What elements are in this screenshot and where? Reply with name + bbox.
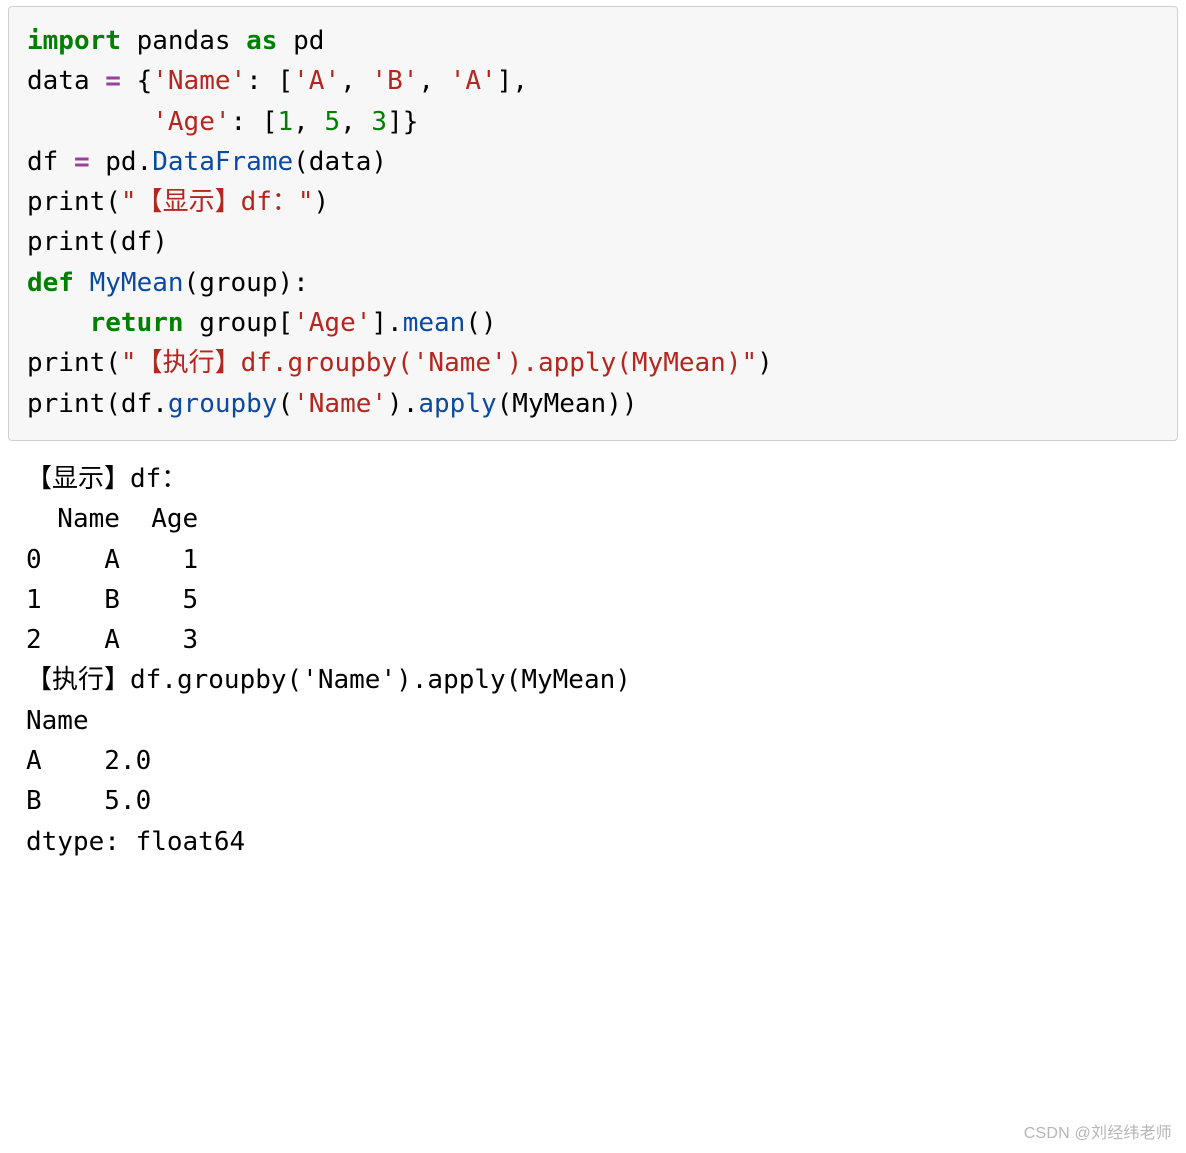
code-text: pandas	[121, 26, 246, 56]
output-line: 【执行】df.groupby('Name').apply(MyMean)	[26, 665, 631, 695]
string-literal: 'A'	[293, 66, 340, 96]
function-name: MyMean	[90, 268, 184, 298]
code-text: {	[121, 66, 152, 96]
code-text: )	[757, 348, 773, 378]
string-literal: 'A'	[450, 66, 497, 96]
code-text: (MyMean))	[497, 389, 638, 419]
watermark-text: CSDN @刘经纬老师	[1024, 1122, 1172, 1147]
code-text: : [	[231, 107, 278, 137]
code-text	[74, 268, 90, 298]
output-line: B 5.0	[26, 786, 151, 816]
number-literal: 1	[277, 107, 293, 137]
keyword-as: as	[246, 26, 277, 56]
code-output-cell: 【显示】df： Name Age 0 A 1 1 B 5 2 A 3 【执行】d…	[8, 455, 1178, 872]
output-line: 【显示】df：	[26, 464, 187, 494]
output-line: dtype: float64	[26, 827, 245, 857]
string-literal: "【显示】df："	[121, 187, 314, 217]
code-text: ).	[387, 389, 418, 419]
code-text: print(df)	[27, 227, 168, 257]
code-text: (group):	[184, 268, 309, 298]
code-text: pd.	[90, 147, 153, 177]
code-text: ]}	[387, 107, 418, 137]
code-text: )	[314, 187, 330, 217]
number-literal: 3	[371, 107, 387, 137]
code-text: ,	[340, 66, 371, 96]
string-literal: 'Name'	[152, 66, 246, 96]
string-literal: 'Age'	[293, 308, 371, 338]
code-text: ],	[497, 66, 528, 96]
code-text: ].	[371, 308, 402, 338]
keyword-import: import	[27, 26, 121, 56]
code-text	[27, 107, 152, 137]
output-line: 2 A 3	[26, 625, 198, 655]
keyword-def: def	[27, 268, 74, 298]
code-text: ()	[465, 308, 496, 338]
output-line: 0 A 1	[26, 545, 198, 575]
code-text: group[	[184, 308, 294, 338]
code-text: data	[27, 66, 105, 96]
function-name: mean	[403, 308, 466, 338]
string-literal: 'B'	[371, 66, 418, 96]
output-line: Name	[26, 706, 89, 736]
code-text: print(df.	[27, 389, 168, 419]
code-text: pd	[277, 26, 324, 56]
code-text	[27, 308, 90, 338]
number-literal: 5	[324, 107, 340, 137]
function-name: groupby	[168, 389, 278, 419]
code-text: df	[27, 147, 74, 177]
code-text: (	[277, 389, 293, 419]
function-name: apply	[418, 389, 496, 419]
output-line: A 2.0	[26, 746, 151, 776]
code-text: ,	[293, 107, 324, 137]
string-literal: 'Age'	[152, 107, 230, 137]
operator-assign: =	[105, 66, 121, 96]
code-text: : [	[246, 66, 293, 96]
operator-assign: =	[74, 147, 90, 177]
code-text: ,	[418, 66, 449, 96]
code-input-cell: import pandas as pd data = {'Name': ['A'…	[8, 6, 1178, 441]
code-text: print(	[27, 348, 121, 378]
string-literal: "【执行】df.groupby('Name').apply(MyMean)"	[121, 348, 757, 378]
function-name: DataFrame	[152, 147, 293, 177]
code-text: ,	[340, 107, 371, 137]
keyword-return: return	[90, 308, 184, 338]
code-text: (data)	[293, 147, 387, 177]
output-line: Name Age	[26, 504, 198, 534]
string-literal: 'Name'	[293, 389, 387, 419]
output-line: 1 B 5	[26, 585, 198, 615]
code-text: print(	[27, 187, 121, 217]
